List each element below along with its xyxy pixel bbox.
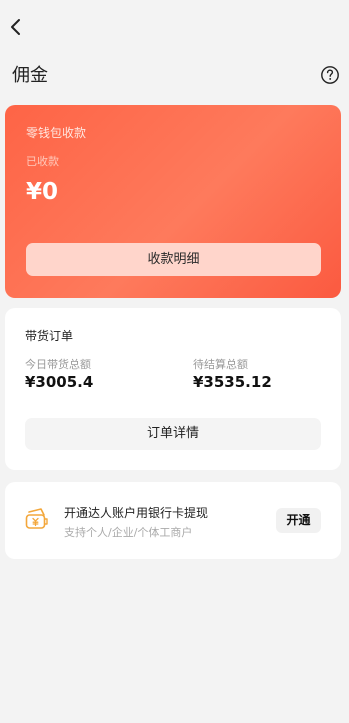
order-details-button[interactable]: 订单详情 bbox=[25, 418, 321, 450]
withdraw-subtitle: 支持个人/企业/个体工商户 bbox=[64, 526, 193, 539]
withdraw-title: 开通达人账户用银行卡提现 bbox=[64, 506, 209, 520]
help-button[interactable] bbox=[320, 65, 340, 85]
orders-card: 带货订单 今日带货总额 ¥3005.4 待结算总额 ¥3535.12 订单详情 bbox=[5, 308, 341, 470]
pending-total-label: 待结算总额 bbox=[193, 358, 248, 371]
chevron-left-icon bbox=[11, 19, 20, 35]
page-title: 佣金 bbox=[12, 65, 48, 86]
received-amount: ¥0 bbox=[26, 179, 59, 205]
wallet-yuan-icon bbox=[23, 506, 51, 534]
wallet-title: 零钱包收款 bbox=[26, 126, 87, 140]
pending-total-value: ¥3535.12 bbox=[193, 373, 272, 391]
open-account-button[interactable]: 开通 bbox=[276, 508, 321, 533]
received-label: 已收款 bbox=[26, 155, 59, 168]
status-bar bbox=[0, 0, 349, 10]
back-button[interactable] bbox=[6, 16, 28, 38]
orders-title: 带货订单 bbox=[25, 329, 74, 343]
today-total-label: 今日带货总额 bbox=[25, 358, 91, 371]
withdraw-card: 开通达人账户用银行卡提现 支持个人/企业/个体工商户 开通 bbox=[5, 482, 341, 559]
today-total-value: ¥3005.4 bbox=[25, 373, 94, 391]
wallet-card: 零钱包收款 已收款 ¥0 收款明细 bbox=[5, 105, 341, 298]
question-circle-icon bbox=[321, 66, 339, 84]
payment-details-button[interactable]: 收款明细 bbox=[26, 243, 321, 276]
